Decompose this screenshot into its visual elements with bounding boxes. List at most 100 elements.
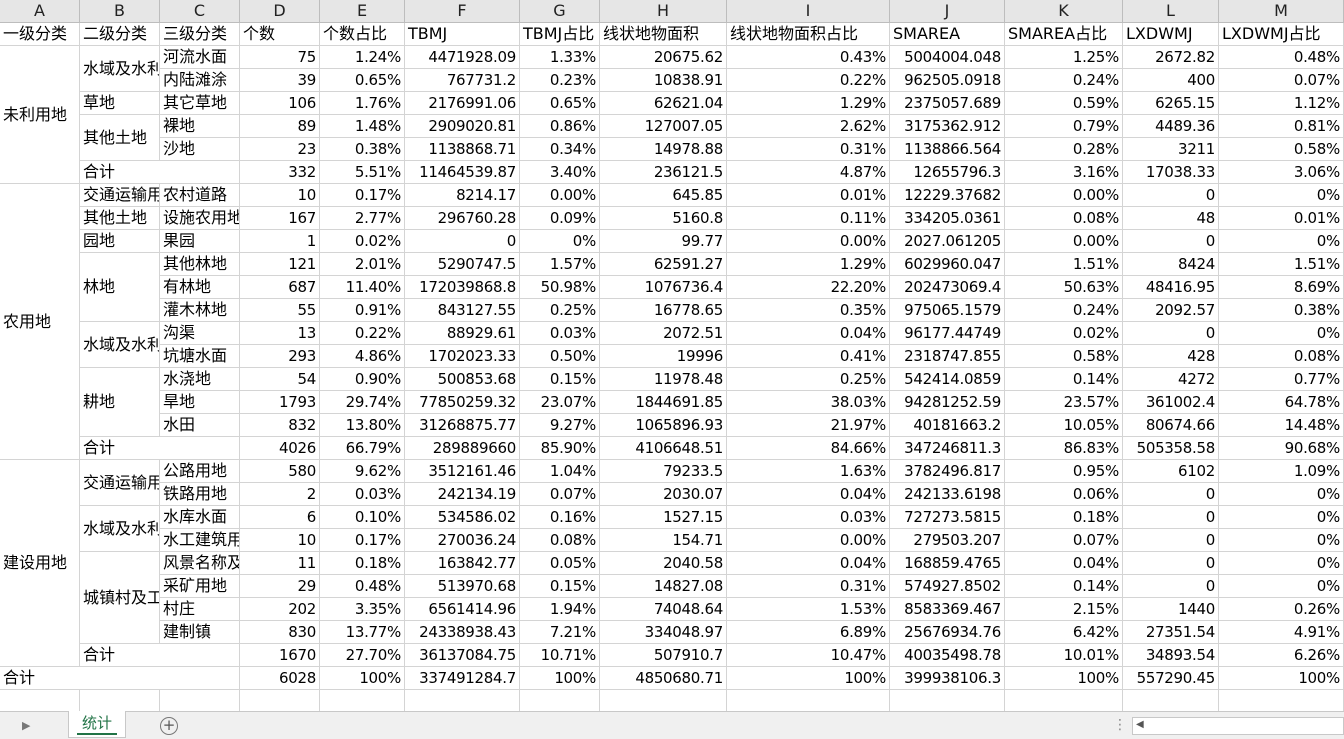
- empty-cell[interactable]: [0, 690, 80, 711]
- table-cell[interactable]: 100%: [520, 667, 600, 690]
- table-cell[interactable]: 0.09%: [520, 207, 600, 230]
- table-cell[interactable]: 202: [240, 598, 320, 621]
- table-cell[interactable]: 1065896.93: [600, 414, 727, 437]
- table-cell[interactable]: 2.15%: [1005, 598, 1123, 621]
- category3-cell[interactable]: 设施农用地: [160, 207, 240, 230]
- table-cell[interactable]: 168859.4765: [890, 552, 1005, 575]
- table-cell[interactable]: 0.04%: [727, 322, 890, 345]
- column-header-i[interactable]: I: [727, 0, 890, 23]
- header-cell[interactable]: LXDWMJ: [1123, 23, 1219, 46]
- table-cell[interactable]: 24338938.43: [405, 621, 520, 644]
- table-cell[interactable]: 10.01%: [1005, 644, 1123, 667]
- table-cell[interactable]: 12229.37682: [890, 184, 1005, 207]
- column-header-e[interactable]: E: [320, 0, 405, 23]
- table-cell[interactable]: 106: [240, 92, 320, 115]
- table-cell[interactable]: 0.00%: [727, 230, 890, 253]
- empty-cell[interactable]: [405, 690, 520, 711]
- table-cell[interactable]: 1076736.4: [600, 276, 727, 299]
- more-options-icon[interactable]: ⋮: [1113, 717, 1127, 733]
- table-cell[interactable]: 9.27%: [520, 414, 600, 437]
- table-cell[interactable]: 0.04%: [1005, 552, 1123, 575]
- table-cell[interactable]: 1.48%: [320, 115, 405, 138]
- table-cell[interactable]: 0: [1123, 322, 1219, 345]
- table-cell[interactable]: 3175362.912: [890, 115, 1005, 138]
- table-cell[interactable]: 0.04%: [727, 483, 890, 506]
- table-cell[interactable]: 4.86%: [320, 345, 405, 368]
- table-cell[interactable]: 13.77%: [320, 621, 405, 644]
- table-cell[interactable]: 0.58%: [1005, 345, 1123, 368]
- table-cell[interactable]: 13: [240, 322, 320, 345]
- table-cell[interactable]: 557290.45: [1123, 667, 1219, 690]
- header-cell[interactable]: 线状地物面积: [600, 23, 727, 46]
- table-cell[interactable]: 0.00%: [1005, 230, 1123, 253]
- table-cell[interactable]: 8.69%: [1219, 276, 1344, 299]
- table-cell[interactable]: 0.00%: [1005, 184, 1123, 207]
- column-header-g[interactable]: G: [520, 0, 600, 23]
- table-cell[interactable]: 3512161.46: [405, 460, 520, 483]
- table-cell[interactable]: 85.90%: [520, 437, 600, 460]
- category3-cell[interactable]: 其它草地: [160, 92, 240, 115]
- empty-cell[interactable]: [1005, 690, 1123, 711]
- table-cell[interactable]: 2040.58: [600, 552, 727, 575]
- table-cell[interactable]: 80674.66: [1123, 414, 1219, 437]
- category2-cell[interactable]: 水域及水利设施用地: [80, 46, 160, 92]
- table-cell[interactable]: 12655796.3: [890, 161, 1005, 184]
- category3-cell[interactable]: 村庄: [160, 598, 240, 621]
- column-header-h[interactable]: H: [600, 0, 727, 23]
- table-cell[interactable]: 574927.8502: [890, 575, 1005, 598]
- table-cell[interactable]: 27.70%: [320, 644, 405, 667]
- column-header-f[interactable]: F: [405, 0, 520, 23]
- table-cell[interactable]: 0.07%: [520, 483, 600, 506]
- table-cell[interactable]: 1.24%: [320, 46, 405, 69]
- table-cell[interactable]: 0.43%: [727, 46, 890, 69]
- header-cell[interactable]: LXDWMJ占比: [1219, 23, 1344, 46]
- table-cell[interactable]: 0.79%: [1005, 115, 1123, 138]
- empty-cell[interactable]: [240, 690, 320, 711]
- table-cell[interactable]: 36137084.75: [405, 644, 520, 667]
- table-cell[interactable]: 0: [1123, 483, 1219, 506]
- table-cell[interactable]: 11.40%: [320, 276, 405, 299]
- empty-cell[interactable]: [320, 690, 405, 711]
- table-cell[interactable]: 11: [240, 552, 320, 575]
- table-cell[interactable]: 0.28%: [1005, 138, 1123, 161]
- table-cell[interactable]: 0%: [1219, 575, 1344, 598]
- table-cell[interactable]: 0.41%: [727, 345, 890, 368]
- table-cell[interactable]: 2318747.855: [890, 345, 1005, 368]
- category3-cell[interactable]: 灌木林地: [160, 299, 240, 322]
- header-cell[interactable]: SMAREA占比: [1005, 23, 1123, 46]
- sheet-tab-stats[interactable]: 统计: [68, 711, 126, 738]
- table-cell[interactable]: 96177.44749: [890, 322, 1005, 345]
- table-cell[interactable]: 167: [240, 207, 320, 230]
- table-cell[interactable]: 0.14%: [1005, 575, 1123, 598]
- table-cell[interactable]: 99.77: [600, 230, 727, 253]
- category2-cell[interactable]: 草地: [80, 92, 160, 115]
- table-cell[interactable]: 14978.88: [600, 138, 727, 161]
- table-cell[interactable]: 2672.82: [1123, 46, 1219, 69]
- table-cell[interactable]: 90.68%: [1219, 437, 1344, 460]
- table-cell[interactable]: 332: [240, 161, 320, 184]
- category3-cell[interactable]: 旱地: [160, 391, 240, 414]
- table-cell[interactable]: 334205.0361: [890, 207, 1005, 230]
- table-cell[interactable]: 0.86%: [520, 115, 600, 138]
- table-cell[interactable]: 2.62%: [727, 115, 890, 138]
- table-cell[interactable]: 0.91%: [320, 299, 405, 322]
- table-cell[interactable]: 2.77%: [320, 207, 405, 230]
- table-cell[interactable]: 1.63%: [727, 460, 890, 483]
- table-cell[interactable]: 1.29%: [727, 253, 890, 276]
- table-cell[interactable]: 62591.27: [600, 253, 727, 276]
- table-cell[interactable]: 74048.64: [600, 598, 727, 621]
- table-cell[interactable]: 1.76%: [320, 92, 405, 115]
- table-cell[interactable]: 1: [240, 230, 320, 253]
- table-cell[interactable]: 100%: [320, 667, 405, 690]
- table-cell[interactable]: 5160.8: [600, 207, 727, 230]
- table-cell[interactable]: 0%: [1219, 552, 1344, 575]
- category3-cell[interactable]: 风景名称及特殊用地: [160, 552, 240, 575]
- table-cell[interactable]: 428: [1123, 345, 1219, 368]
- category1-cell[interactable]: 农用地: [0, 184, 80, 460]
- table-cell[interactable]: 513970.68: [405, 575, 520, 598]
- empty-cell[interactable]: [160, 690, 240, 711]
- table-cell[interactable]: 4106648.51: [600, 437, 727, 460]
- table-cell[interactable]: 31268875.77: [405, 414, 520, 437]
- table-cell[interactable]: 242133.6198: [890, 483, 1005, 506]
- table-cell[interactable]: 0%: [1219, 506, 1344, 529]
